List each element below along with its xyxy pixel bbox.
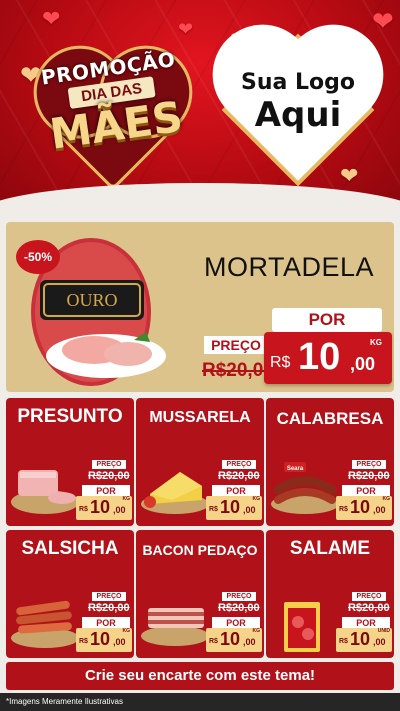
old-price: R$20,00 (348, 470, 390, 482)
logo-line1: Sua Logo (240, 70, 355, 95)
preco-label: PREÇO (352, 592, 386, 601)
price-tag: R$ 10 ,00 KG (206, 628, 262, 652)
product-title: SALAME (289, 538, 371, 559)
price-unit: KG (370, 338, 382, 347)
price-unit: KG (122, 496, 131, 502)
price-decimal: ,00 (113, 637, 126, 647)
price-unit: KG (252, 628, 261, 634)
currency: R$ (270, 354, 291, 371)
salame-image (284, 602, 320, 652)
currency: R$ (209, 638, 218, 645)
preco-label: PREÇO (222, 592, 256, 601)
price-decimal: ,00 (113, 505, 126, 515)
product-card: CALABRESA Seara PREÇO R$20,00 POR R$ 10 … (266, 398, 394, 526)
preco-label: PREÇO (92, 592, 126, 601)
product-title: BACON PEDAÇO (142, 542, 258, 558)
price-tag: R$ 10 ,00 KG (264, 332, 392, 384)
calabresa-image: Seara (271, 462, 339, 514)
mussarela-image (141, 472, 209, 514)
price-decimal: ,00 (373, 505, 386, 515)
preco-label: PREÇO (222, 460, 256, 469)
product-card: SALAME PREÇO R$20,00 POR R$ 10 ,00 UNID (266, 530, 394, 658)
cta-button[interactable]: Crie seu encarte com este tema! (6, 662, 394, 690)
discount-badge: -50% (16, 240, 60, 274)
svg-text:Seara: Seara (287, 466, 304, 472)
preco-label: PREÇO (204, 336, 268, 354)
old-price: R$20,00 (218, 470, 260, 482)
price-tag: R$ 10 ,00 KG (76, 496, 132, 520)
presunto-image (11, 470, 79, 514)
svg-text:OURO: OURO (66, 290, 117, 310)
price-tag: R$ 10 ,00 KG (206, 496, 262, 520)
logo-line2: Aqui (254, 95, 342, 135)
por-label: POR (272, 308, 382, 332)
header-banner: ❤ ❤ ❤ ❤ ❤ ❤ ❤ PROMOÇÃO DIA DAS MÃES Sua … (0, 0, 400, 213)
currency: R$ (339, 506, 348, 513)
logo-placeholder: Sua Logo Aqui (218, 36, 378, 186)
old-price: R$20,00 (88, 470, 130, 482)
product-card: MUSSARELA PREÇO R$20,00 POR R$ 10 ,00 KG (136, 398, 264, 526)
price-decimal: ,00 (350, 354, 376, 374)
product-title: CALABRESA (276, 409, 384, 428)
featured-product: OURO -50% MORTADELA POR PREÇO R$20,00 R$… (6, 222, 394, 392)
price-integer: 10 (220, 629, 241, 649)
price-integer: 10 (350, 629, 371, 649)
product-title: SALSICHA (21, 538, 119, 559)
price-unit: KG (122, 628, 131, 634)
price-decimal: ,00 (373, 637, 386, 647)
currency: R$ (79, 506, 88, 513)
price-integer: 10 (90, 497, 111, 517)
old-price: R$20,00 (218, 602, 260, 614)
price-decimal: ,00 (243, 505, 256, 515)
price-integer: 10 (220, 497, 241, 517)
currency: R$ (339, 638, 348, 645)
product-card: SALSICHA PREÇO R$20,00 POR R$ 10 ,00 KG (6, 530, 134, 658)
promo-badge: PROMOÇÃO DIA DAS MÃES (18, 20, 208, 191)
product-title: MORTADELA (204, 252, 375, 282)
bacon-image (141, 608, 209, 646)
product-title: PRESUNTO (17, 406, 123, 427)
price-unit: KG (252, 496, 261, 502)
heart-icon: ❤ (372, 6, 394, 36)
currency: R$ (79, 638, 88, 645)
price-decimal: ,00 (243, 637, 256, 647)
price-unit: UNID (377, 628, 390, 634)
preco-label: PREÇO (92, 460, 126, 469)
price-tag: R$ 10 ,00 KG (76, 628, 132, 652)
product-card: PRESUNTO PREÇO R$20,00 POR R$ 10 ,00 KG (6, 398, 134, 526)
price-integer: 10 (90, 629, 111, 649)
price-integer: 10 (298, 336, 341, 378)
product-card: BACON PEDAÇO PREÇO R$20,00 POR R$ 10 ,00… (136, 530, 264, 658)
price-integer: 10 (350, 497, 371, 517)
price-tag: R$ 10 ,00 UNID (336, 628, 392, 652)
footer-disclaimer: *Imagens Meramente Ilustrativas (0, 693, 400, 711)
old-price: R$20,00 (348, 602, 390, 614)
old-price: R$20,00 (88, 602, 130, 614)
price-unit: KG (382, 496, 391, 502)
product-title: MUSSARELA (149, 409, 251, 426)
price-tag: R$ 10 ,00 KG (336, 496, 392, 520)
preco-label: PREÇO (352, 460, 386, 469)
salsicha-image (11, 600, 79, 648)
currency: R$ (209, 506, 218, 513)
